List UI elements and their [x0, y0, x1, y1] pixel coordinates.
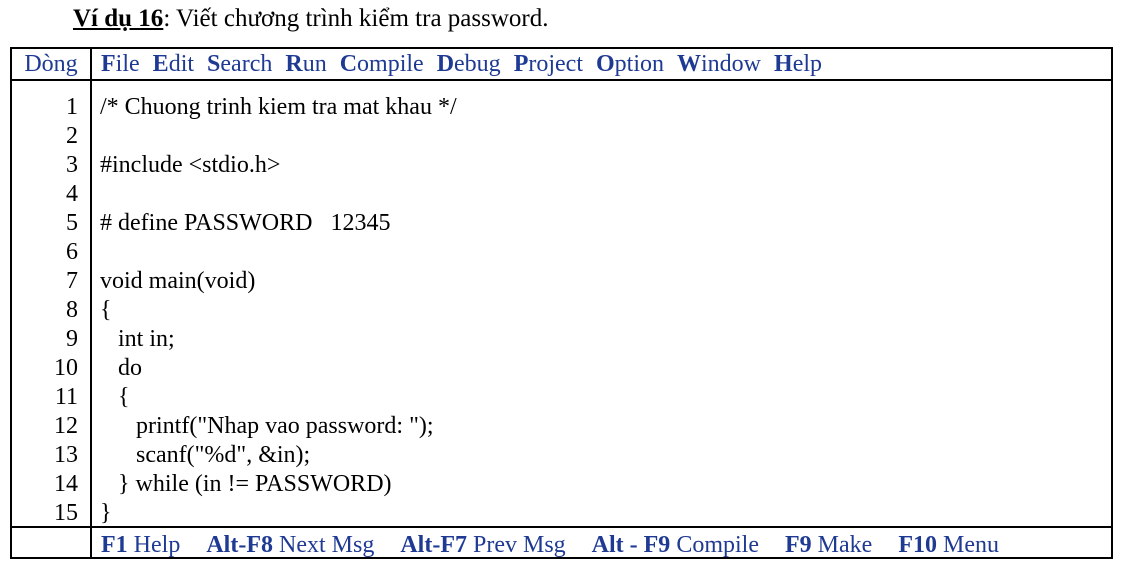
menu-hotkey: C	[339, 51, 358, 77]
status-label: Menu	[936, 532, 999, 558]
menu-item-run[interactable]: Run	[285, 49, 326, 79]
menu-hotkey: R	[285, 51, 303, 77]
example-description: : Viết chương trình kiểm tra password.	[163, 5, 549, 32]
line-number: 15	[54, 500, 78, 526]
status-item[interactable]: Alt-F8 Next Msg	[206, 530, 374, 560]
example-number: Ví dụ 16	[73, 5, 164, 32]
code-line: }	[100, 500, 112, 526]
line-number: 2	[66, 123, 78, 149]
menu-label: ption	[614, 51, 665, 77]
status-item[interactable]: Alt-F7 Prev Msg	[400, 530, 565, 560]
status-item[interactable]: F10 Menu	[898, 530, 999, 560]
ide-window: Dòng File Edit Search Run Compile Debug Projec…	[10, 47, 1113, 559]
menu-item-help[interactable]: Help	[774, 49, 822, 79]
code-line: } while (in != PASSWORD)	[100, 471, 392, 497]
menu-label: roject	[528, 51, 583, 77]
code-line: do	[100, 355, 142, 381]
status-label: Help	[127, 532, 181, 558]
status-item[interactable]: F9 Make	[785, 530, 872, 560]
status-item[interactable]: Alt - F9 Compile	[592, 530, 759, 560]
code-line: int in;	[100, 326, 175, 352]
line-number: 12	[54, 413, 78, 439]
status-item[interactable]: F1 Help	[101, 530, 180, 560]
code-line: {	[100, 384, 130, 410]
line-number: 11	[54, 384, 78, 410]
code-line: {	[100, 297, 112, 323]
menu-hotkey: H	[774, 51, 793, 77]
status-bar: F1 Help Alt-F8 Next Msg Alt-F7 Prev Msg Alt…	[101, 530, 1025, 560]
status-key: Alt - F9	[591, 532, 671, 558]
menu-item-search[interactable]: Search	[207, 49, 272, 79]
menu-label: elp	[792, 51, 823, 77]
menu-hotkey: P	[513, 51, 529, 77]
line-number: 4	[66, 181, 78, 207]
menu-divider	[12, 79, 1111, 81]
status-label: Compile	[670, 532, 759, 558]
code-line: #include <stdio.h>	[100, 152, 281, 178]
menu-label: ebug	[454, 51, 501, 77]
status-key: F9	[784, 532, 812, 558]
column-divider	[90, 49, 92, 557]
code-line: # define PASSWORD 12345	[100, 210, 391, 236]
menu-label: ompile	[357, 51, 424, 77]
menu-item-option[interactable]: Option	[596, 49, 664, 79]
menu-items: File Edit Search Run Compile Debug Project Opti…	[101, 49, 835, 79]
menu-bar: Dòng File Edit Search Run Compile Debug Projec…	[12, 49, 1111, 79]
line-number: 5	[66, 210, 78, 236]
line-number: 13	[54, 442, 78, 468]
menu-hotkey: S	[207, 51, 221, 77]
code-line: scanf("%d", &in);	[100, 442, 311, 468]
code-editor[interactable]: /* Chuong trinh kiem tra mat khau */ #inc…	[100, 93, 457, 528]
menu-item-compile[interactable]: Compile	[340, 49, 424, 79]
menu-label: ile	[115, 51, 140, 77]
menu-item-debug[interactable]: Debug	[437, 49, 501, 79]
code-line: void main(void)	[100, 268, 256, 294]
menu-item-window[interactable]: Window	[677, 49, 761, 79]
code-line: printf("Nhap vao password: ");	[100, 413, 434, 439]
menu-hotkey: O	[596, 51, 615, 77]
line-column-header: Dòng	[24, 51, 78, 77]
menu-item-project[interactable]: Project	[514, 49, 583, 79]
line-number-gutter: 1 2 3 4 5 6 7 8 9 10 11 12 13 14 15	[12, 93, 78, 528]
menu-hotkey: E	[152, 51, 169, 77]
line-number: 6	[66, 239, 78, 265]
status-label: Next Msg	[272, 532, 375, 558]
menu-hotkey: W	[677, 51, 702, 77]
line-number: 3	[66, 152, 78, 178]
menu-label: indow	[701, 51, 762, 77]
menu-label: un	[302, 51, 327, 77]
menu-label: earch	[220, 51, 273, 77]
menu-item-edit[interactable]: Edit	[153, 49, 194, 79]
status-key: Alt-F7	[400, 532, 467, 558]
menu-item-file[interactable]: File	[101, 49, 140, 79]
status-key: F10	[898, 532, 937, 558]
status-key: F1	[101, 532, 128, 558]
code-line: /* Chuong trinh kiem tra mat khau */	[100, 94, 457, 120]
status-label: Make	[811, 532, 873, 558]
menu-hotkey: D	[436, 51, 455, 77]
status-key: Alt-F8	[206, 532, 273, 558]
line-number: 7	[66, 268, 78, 294]
menu-hotkey: F	[101, 51, 116, 77]
example-heading: Ví dụ 16: Viết chương trình kiểm tra pas…	[73, 3, 548, 35]
status-label: Prev Msg	[466, 532, 566, 558]
line-number: 10	[54, 355, 78, 381]
menu-label: dit	[168, 51, 195, 77]
line-number: 8	[66, 297, 78, 323]
line-number: 14	[54, 471, 78, 497]
line-number: 1	[66, 94, 78, 120]
line-number: 9	[66, 326, 78, 352]
